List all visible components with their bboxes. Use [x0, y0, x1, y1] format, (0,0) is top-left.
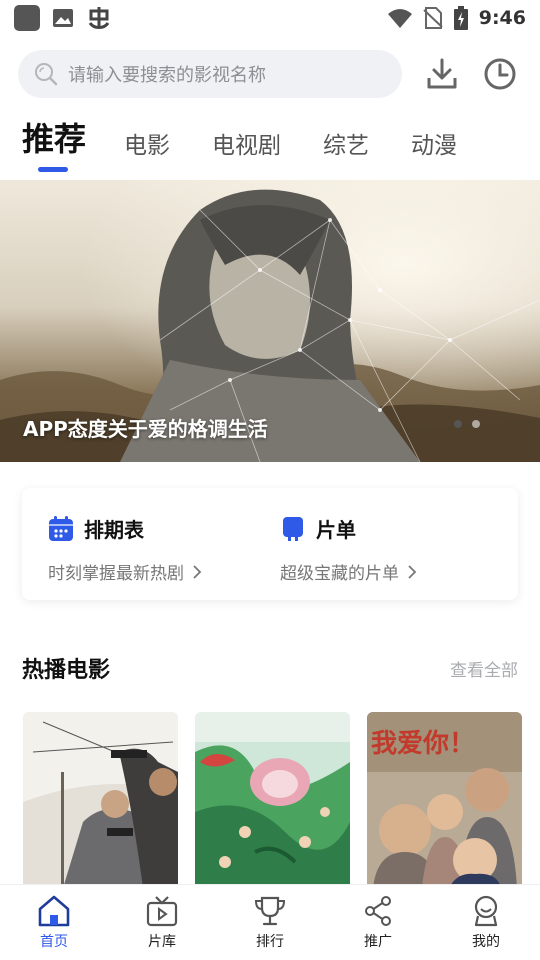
calendar-icon: [49, 515, 73, 541]
search-placeholder: 请输入要搜索的影视名称: [68, 65, 266, 86]
download-icon: [427, 58, 457, 89]
movie-poster[interactable]: [23, 712, 178, 888]
movie-poster[interactable]: 我爱你！: [367, 712, 522, 888]
bug-app-icon: [88, 7, 110, 29]
banner-title: APP态度关于爱的格调生活: [23, 417, 268, 441]
schedule-entry[interactable]: 排期表 时刻掌握最新热剧: [22, 488, 256, 600]
tab-tv-series[interactable]: 电视剧: [212, 126, 281, 174]
movie-list: 我爱你！: [23, 712, 522, 888]
carousel-dot: [454, 420, 462, 428]
tab-recommend[interactable]: 推荐: [22, 114, 86, 174]
playlist-entry[interactable]: 片单 超级宝藏的片单: [256, 488, 490, 600]
tab-anime[interactable]: 动漫: [411, 126, 457, 174]
home-icon: [38, 895, 70, 927]
schedule-subtitle: 时刻掌握最新热剧: [48, 564, 184, 584]
tv-icon: [146, 896, 178, 927]
nav-promote[interactable]: 推广: [324, 885, 432, 960]
section-title: 热播电影: [22, 658, 111, 683]
history-icon: [484, 58, 516, 90]
poster-image: [195, 712, 350, 888]
profile-icon: [474, 895, 498, 927]
no-sim-icon: [423, 7, 443, 29]
status-bar: 9:46: [0, 0, 540, 36]
history-button[interactable]: [478, 52, 522, 96]
playlist-title: 片单: [316, 518, 356, 542]
search-input[interactable]: 请输入要搜索的影视名称: [18, 50, 402, 98]
download-button[interactable]: [420, 52, 464, 96]
chevron-right-icon: [408, 564, 417, 579]
chevron-right-icon: [193, 564, 202, 579]
nav-profile[interactable]: 我的: [432, 885, 540, 960]
nav-label: 首页: [40, 934, 68, 950]
app-icon: [14, 5, 40, 31]
banner-carousel[interactable]: APP态度关于爱的格调生活: [0, 180, 540, 462]
playlist-subtitle: 超级宝藏的片单: [280, 564, 399, 584]
carousel-indicator: [454, 420, 480, 428]
gallery-icon: [53, 9, 73, 27]
see-all-link[interactable]: 查看全部: [450, 656, 518, 681]
feature-card: 排期表 时刻掌握最新热剧 片单 超级宝藏的片单: [22, 488, 518, 600]
nav-library[interactable]: 片库: [108, 885, 216, 960]
search-icon: [35, 63, 58, 86]
poster-image: [23, 712, 178, 888]
nav-ranking[interactable]: 排行: [216, 885, 324, 960]
nav-label: 片库: [148, 934, 176, 950]
tab-variety[interactable]: 综艺: [323, 126, 369, 174]
hot-movies-header: 热播电影 查看全部: [22, 652, 518, 684]
movie-poster[interactable]: [195, 712, 350, 888]
wifi-icon: [387, 9, 412, 28]
nav-label: 推广: [364, 934, 392, 950]
bottom-nav: 首页 片库 排行 推广 我的: [0, 884, 540, 960]
clock: 9:46: [478, 7, 526, 29]
nav-label: 排行: [256, 934, 284, 950]
schedule-title: 排期表: [84, 518, 144, 542]
poster-image: 我爱你！: [367, 712, 522, 888]
search-row: 请输入要搜索的影视名称: [18, 50, 528, 98]
nav-label: 我的: [472, 934, 500, 950]
trophy-icon: [254, 896, 286, 926]
poster-title: 我爱你！: [371, 729, 475, 759]
carousel-dot: [472, 420, 480, 428]
tab-movies[interactable]: 电影: [124, 126, 170, 174]
battery-icon: [453, 6, 468, 30]
category-tabs: 推荐 电影 电视剧 综艺 动漫: [22, 118, 499, 174]
playlist-icon: [283, 516, 303, 541]
share-icon: [365, 896, 391, 926]
nav-home[interactable]: 首页: [0, 885, 108, 960]
